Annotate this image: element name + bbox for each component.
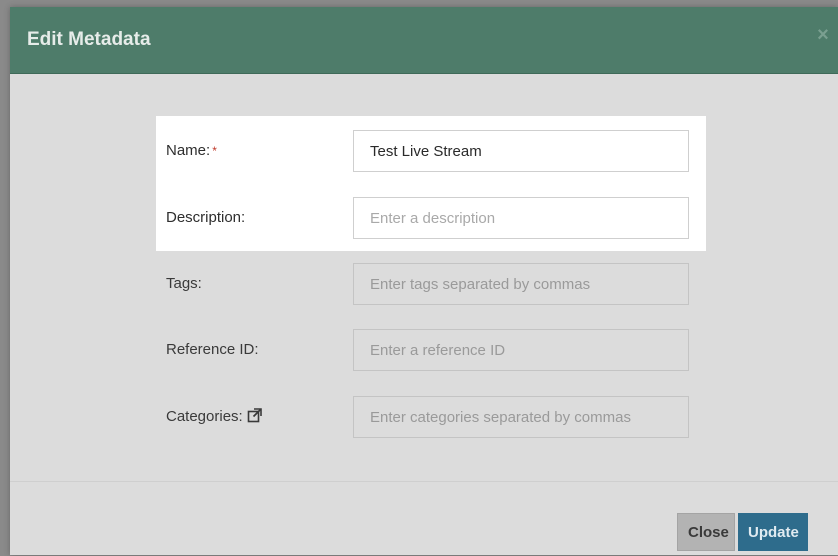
categories-input[interactable] <box>353 396 689 438</box>
update-button[interactable]: Update <box>738 513 808 551</box>
required-marker: * <box>212 144 217 158</box>
close-button[interactable]: Close <box>677 513 735 551</box>
reference-id-input[interactable] <box>353 329 689 371</box>
reference-id-label: Reference ID: <box>166 341 259 358</box>
tags-input[interactable] <box>353 263 689 305</box>
description-input[interactable] <box>353 197 689 239</box>
dialog-body: Name:* Description: Tags: Reference ID: … <box>10 73 838 481</box>
dialog-header: Edit Metadata × <box>10 7 838 74</box>
name-input[interactable] <box>353 130 689 172</box>
name-row: Name: * <box>10 130 838 172</box>
dialog-footer: Close Update <box>10 481 838 556</box>
dialog-title: Edit Metadata <box>27 29 151 50</box>
categories-label: Categories: <box>166 408 262 428</box>
edit-metadata-dialog: Edit Metadata × Name:* Description: Tags… <box>10 7 838 555</box>
name-label: Name: * <box>166 142 217 159</box>
tags-row: Tags: <box>10 263 838 305</box>
categories-row: Categories: <box>10 396 838 438</box>
close-icon[interactable]: × <box>814 25 832 45</box>
description-row: Description: <box>10 197 838 239</box>
reference-id-row: Reference ID: <box>10 329 838 371</box>
description-label: Description: <box>166 209 246 226</box>
tags-label: Tags: <box>166 275 202 292</box>
external-link-icon[interactable] <box>247 408 262 428</box>
